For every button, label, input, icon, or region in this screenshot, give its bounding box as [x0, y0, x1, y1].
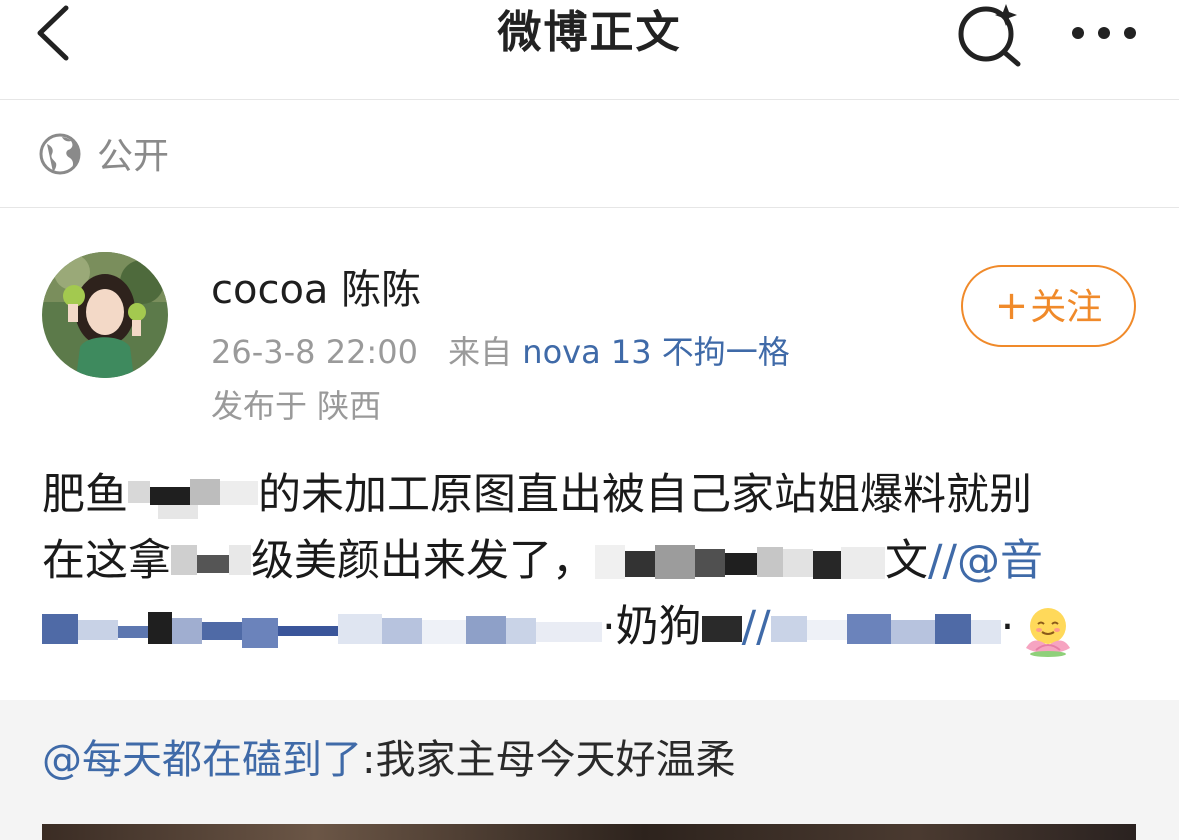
post-location: 发布于 陕西 [211, 387, 382, 425]
pixelation-block [128, 478, 258, 519]
post-text-3a: ·奶狗 [602, 602, 702, 652]
repost-image[interactable] [42, 824, 1136, 840]
avatar[interactable] [42, 252, 168, 378]
source-device[interactable]: nova 13 不拘一格 [522, 333, 789, 371]
post-text-1b: 的未加工原图直出被自己家站姐爆料就别 [258, 470, 1032, 520]
repost-content: :我家主母今天好温柔 [362, 737, 736, 783]
repost-separator: // [741, 602, 771, 652]
post-meta: 26-3-8 22:00 来自 nova 13 不拘一格 [211, 330, 790, 374]
post-line-1: 肥鱼 的未加工原图直出被自己家站姐爆料就别 [42, 462, 1142, 528]
post-line-3: ·奶狗 // · [42, 594, 1142, 660]
globe-icon [39, 133, 81, 175]
avatar-photo [42, 252, 168, 378]
author-name[interactable]: cocoa 陈陈 [211, 262, 421, 318]
more-dots-icon [1072, 27, 1136, 39]
mention-link[interactable]: //@音 [928, 536, 1043, 586]
visibility-label: 公开 [97, 136, 170, 177]
pixelation-block [171, 544, 251, 575]
top-navigation-bar: 微博正文 [0, 0, 1179, 100]
post-text-2c: 文 [885, 536, 928, 586]
search-button[interactable] [950, 0, 1028, 70]
sparkle-search-icon [958, 4, 1021, 67]
post-text-2a: 在这拿 [42, 536, 171, 586]
post-text-1a: 肥鱼 [42, 470, 128, 520]
post-text-3c: · [1000, 602, 1015, 652]
smiling-lotus-icon [1026, 607, 1071, 657]
post-text-2b: 级美颜出来发了， [251, 536, 595, 586]
pixelation-block [701, 615, 742, 642]
pixelation-block [770, 613, 1001, 644]
pixelation-block [42, 611, 602, 648]
repost-text[interactable]: @每天都在磕到了:我家主母今天好温柔 [42, 730, 735, 790]
visibility-row [0, 100, 1179, 208]
follow-button[interactable]: +关注 [961, 265, 1136, 347]
post-date: 26-3-8 22:00 [211, 333, 418, 371]
plus-icon: + [994, 283, 1029, 329]
pixelation-block [595, 544, 885, 579]
repost-author[interactable]: @每天都在磕到了 [42, 737, 362, 783]
post-line-2: 在这拿 级美颜出来发了， 文//@音 [42, 528, 1142, 594]
post-body: 肥鱼 的未加工原图直出被自己家站姐爆料就别 在这拿 级美颜出来发了， 文//@音 [42, 462, 1142, 660]
more-button[interactable] [1064, 0, 1144, 66]
source-prefix: 来自 [448, 333, 513, 371]
follow-label: 关注 [1030, 287, 1103, 328]
